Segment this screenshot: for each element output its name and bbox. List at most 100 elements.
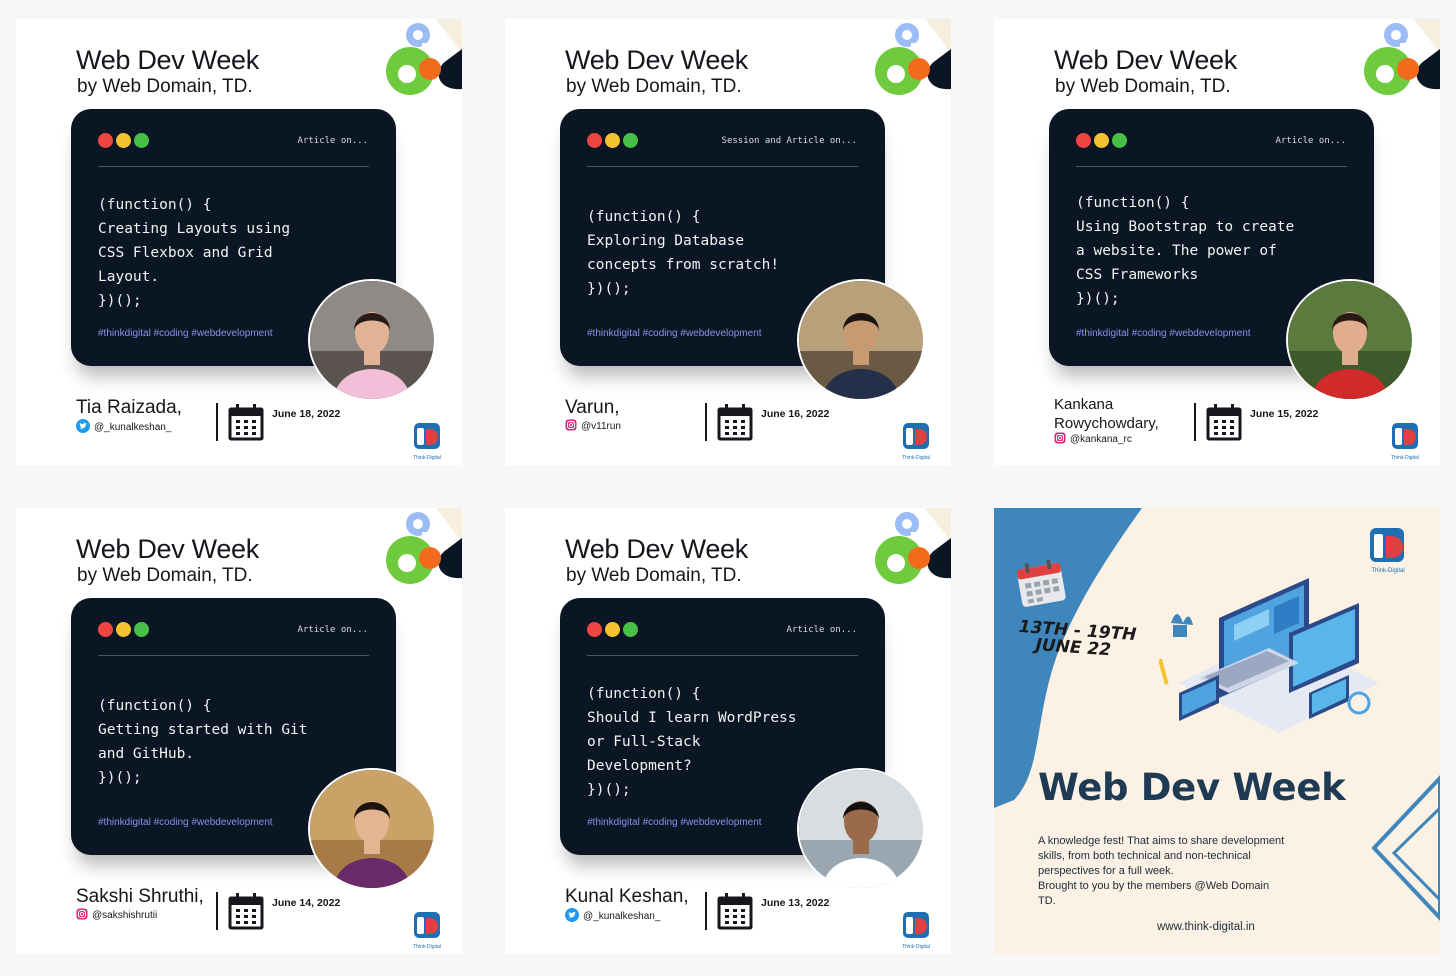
vertical-divider (705, 403, 707, 441)
code-line: Creating Layouts using (98, 221, 291, 237)
code-window-divider (587, 655, 858, 656)
code-line: })(); (587, 281, 631, 297)
code-window-label: Article on... (786, 625, 857, 635)
code-line: CSS Flexbox and Grid (98, 245, 273, 261)
green-dot-icon (623, 622, 638, 637)
code-window-label: Article on... (1275, 136, 1346, 146)
code-line: Layout. (98, 269, 160, 285)
decorative-shapes (875, 19, 951, 95)
code-window-divider (1076, 166, 1347, 167)
isometric-devices-illustration (1159, 578, 1379, 733)
think-digital-logo: Think-Digital (413, 423, 441, 461)
green-dot-icon (134, 133, 149, 148)
author-handle-text: @_kunalkeshan_ (583, 911, 661, 922)
post-date: June 15, 2022 (1250, 408, 1319, 420)
code-window-divider (98, 166, 369, 167)
author-handle[interactable]: @_kunalkeshan_ (76, 419, 171, 436)
yellow-dot-icon (1094, 133, 1109, 148)
author-photo (308, 768, 436, 890)
svg-text:Think-Digital: Think-Digital (1391, 455, 1419, 461)
svg-text:Think-Digital: Think-Digital (413, 944, 441, 950)
instagram-icon (76, 908, 88, 923)
code-line: Getting started with Git (98, 722, 308, 738)
post-card-2[interactable]: Web Dev Week by Web Domain, TD. Session … (505, 19, 951, 465)
author-name-line: Rowychowdary, (1054, 415, 1159, 432)
post-card-1[interactable]: Web Dev Week by Web Domain, TD. Article … (16, 19, 462, 465)
post-subtitle: by Web Domain, TD. (77, 76, 253, 97)
hashtags: #thinkdigital #coding #webdevelopment (1076, 328, 1251, 339)
calendar-icon (717, 893, 753, 930)
post-subtitle: by Web Domain, TD. (1055, 76, 1231, 97)
code-snippet: (function() {Exploring Database concepts … (587, 205, 779, 301)
hashtags: #thinkdigital #coding #webdevelopment (98, 817, 273, 828)
code-snippet: (function() {Should I learn WordPress or … (587, 682, 797, 802)
post-date: June 16, 2022 (761, 408, 830, 420)
promo-title: Web Dev Week (1038, 766, 1346, 809)
red-dot-icon (98, 622, 113, 637)
author-name-line: Kunal Keshan, (565, 886, 689, 907)
author-handle[interactable]: @sakshishrutii (76, 908, 157, 923)
calendar-icon (228, 893, 264, 930)
decorative-shapes (1364, 19, 1440, 95)
svg-text:Think-Digital: Think-Digital (902, 455, 930, 461)
hashtags: #thinkdigital #coding #webdevelopment (587, 817, 762, 828)
code-line: })(); (98, 293, 142, 309)
post-card-3[interactable]: Web Dev Week by Web Domain, TD. Article … (994, 19, 1440, 465)
code-line: CSS Frameworks (1076, 267, 1199, 283)
author-photo (1286, 279, 1414, 401)
red-dot-icon (98, 133, 113, 148)
author-name: Sakshi Shruthi, (76, 887, 204, 906)
author-handle-text: @v11run (581, 421, 621, 432)
author-handle[interactable]: @_kunalkeshan_ (565, 908, 660, 925)
author-handle-text: @kankana_rc (1070, 434, 1132, 445)
code-snippet: (function() {Creating Layouts using CSS F… (98, 193, 290, 313)
promo-description-line: skills, from both technical and non-tech… (1038, 850, 1251, 862)
code-line: (function() { (587, 209, 701, 225)
code-line: or Full-Stack (587, 734, 701, 750)
code-window-label: Article on... (297, 625, 368, 635)
promo-description: A knowledge fest! That aims to share dev… (1038, 834, 1338, 909)
twitter-icon (565, 908, 579, 925)
yellow-dot-icon (605, 622, 620, 637)
calendar-icon (228, 404, 264, 441)
code-line: Using Bootstrap to create (1076, 219, 1295, 235)
code-window-label: Session and Article on... (721, 136, 857, 146)
promo-card[interactable]: 13TH - 19TH JUNE 22 Think-Digital Web De… (994, 508, 1440, 954)
code-line: Exploring Database (587, 233, 745, 249)
calendar-icon (717, 404, 753, 441)
post-date: June 18, 2022 (272, 408, 341, 420)
author-name: Kunal Keshan, (565, 887, 689, 906)
code-snippet: (function() {Getting started with Git and… (98, 694, 308, 790)
code-window-divider (587, 166, 858, 167)
think-digital-logo: Think-Digital (902, 912, 930, 950)
promo-dates: 13TH - 19TH JUNE 22 (1017, 617, 1137, 661)
code-line: and GitHub. (98, 746, 195, 762)
calendar-icon (1016, 559, 1066, 607)
author-handle[interactable]: @v11run (565, 419, 621, 434)
author-name-line: Sakshi Shruthi, (76, 886, 204, 907)
twitter-icon (76, 419, 90, 436)
calendar-icon (1206, 404, 1242, 441)
think-digital-logo: Think-Digital (902, 423, 930, 461)
author-photo (797, 279, 925, 401)
promo-description-line: Brought to you by the members @Web Domai… (1038, 880, 1270, 892)
post-card-5[interactable]: Web Dev Week by Web Domain, TD. Article … (505, 508, 951, 954)
post-title: Web Dev Week (565, 534, 748, 564)
instagram-icon (1054, 432, 1066, 447)
green-dot-icon (623, 133, 638, 148)
promo-description-line: TD. (1038, 895, 1056, 907)
svg-text:Think-Digital: Think-Digital (902, 944, 930, 950)
post-title: Web Dev Week (76, 534, 259, 564)
post-title: Web Dev Week (1054, 45, 1237, 75)
author-handle[interactable]: @kankana_rc (1054, 432, 1132, 447)
author-name: Varun, (565, 398, 620, 417)
author-name-line: Kankana (1054, 396, 1114, 413)
code-snippet: (function() {Using Bootstrap to create a … (1076, 191, 1294, 311)
post-subtitle: by Web Domain, TD. (566, 565, 742, 586)
green-dot-icon (1112, 133, 1127, 148)
code-window-divider (98, 655, 369, 656)
author-name: Kankana Rowychowdary, (1054, 395, 1159, 433)
promo-website-link[interactable]: www.think-digital.in (1157, 921, 1255, 933)
post-card-4[interactable]: Web Dev Week by Web Domain, TD. Article … (16, 508, 462, 954)
red-dot-icon (587, 133, 602, 148)
